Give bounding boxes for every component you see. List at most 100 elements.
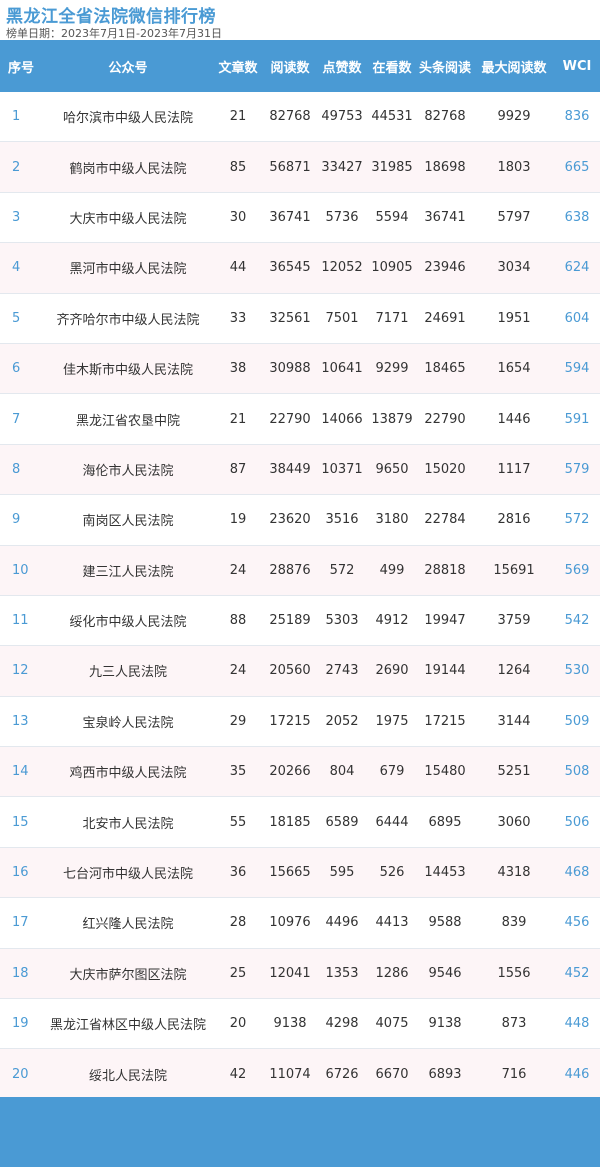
table-row: 12 九三人民法院 24 20560 2743 2690 19144 1264 530: [0, 646, 600, 697]
cell-max-reads: 1117: [497, 461, 531, 477]
cell-headline-reads: 9138: [428, 1016, 462, 1032]
cell-max-reads: 15691: [493, 562, 535, 578]
cell-likes: 33427: [321, 159, 363, 175]
header-reads: 阅读数: [270, 60, 310, 76]
cell-watching: 4075: [375, 1016, 409, 1032]
cell-likes: 4298: [325, 1016, 359, 1032]
cell-reads: 20560: [269, 663, 311, 679]
cell-account: 北安市人民法院: [82, 816, 174, 832]
cell-reads: 28876: [269, 562, 311, 578]
cell-headline-reads: 82768: [424, 109, 466, 125]
cell-headline-reads: 17215: [424, 713, 466, 729]
cell-reads: 17215: [269, 713, 311, 729]
cell-headline-reads: 9546: [428, 965, 462, 981]
cell-headline-reads: 28818: [424, 562, 466, 578]
cell-articles: 87: [229, 461, 247, 477]
cell-likes: 6589: [325, 814, 359, 830]
cell-wci: 456: [564, 915, 590, 931]
table-row: 14 鸡西市中级人民法院 35 20266 804 679 15480 5251 508: [0, 747, 600, 798]
cell-account: 黑河市中级人民法院: [69, 262, 187, 278]
cell-headline-reads: 19947: [424, 613, 466, 629]
cell-headline-reads: 15020: [424, 461, 466, 477]
table-row: 6 佳木斯市中级人民法院 38 30988 10641 9299 18465 1654 594: [0, 343, 600, 395]
cell-rank: 16: [12, 865, 29, 881]
table-row: 10 建三江人民法院 24 28876 572 499 28818 15691 569: [0, 545, 600, 596]
cell-headline-reads: 19144: [424, 663, 466, 679]
cell-reads: 56871: [269, 159, 311, 175]
cell-rank: 8: [12, 461, 21, 477]
cell-articles: 35: [229, 764, 247, 780]
cell-wci: 572: [564, 512, 590, 528]
cell-account: 红兴隆人民法院: [82, 917, 174, 933]
cell-articles: 85: [229, 159, 247, 175]
cell-likes: 595: [329, 865, 355, 881]
table-row: 20 绥北人民法院 42 11074 6726 6670 6893 716 446: [0, 1049, 600, 1100]
cell-rank: 13: [12, 713, 29, 729]
cell-account: 黑龙江省林区中级人民法院: [49, 1018, 206, 1034]
cell-headline-reads: 18698: [424, 159, 466, 175]
cell-reads: 23620: [269, 512, 311, 528]
cell-reads: 18185: [269, 814, 311, 830]
cell-wci: 594: [564, 361, 590, 377]
cell-reads: 11074: [269, 1066, 311, 1082]
cell-watching: 1975: [375, 713, 409, 729]
cell-articles: 29: [229, 713, 247, 729]
cell-wci: 579: [564, 461, 590, 477]
cell-articles: 19: [229, 512, 247, 528]
cell-watching: 44531: [371, 109, 413, 125]
cell-rank: 10: [12, 562, 29, 578]
cell-headline-reads: 23946: [424, 260, 466, 276]
cell-reads: 30988: [269, 361, 311, 377]
cell-wci: 468: [564, 865, 590, 881]
cell-rank: 5: [12, 310, 21, 326]
cell-wci: 530: [564, 663, 590, 679]
cell-wci: 624: [564, 260, 590, 276]
cell-wci: 591: [564, 411, 590, 427]
cell-headline-reads: 6895: [428, 814, 462, 830]
cell-wci: 506: [564, 814, 590, 830]
cell-watching: 6444: [375, 814, 409, 830]
cell-wci: 508: [564, 764, 590, 780]
cell-likes: 572: [329, 562, 355, 578]
cell-account: 绥北人民法院: [88, 1068, 167, 1084]
cell-account: 黑龙江省农垦中院: [75, 413, 180, 429]
cell-wci: 446: [564, 1066, 590, 1082]
cell-articles: 30: [229, 209, 247, 225]
cell-watching: 7171: [375, 310, 409, 326]
cell-rank: 11: [12, 613, 29, 629]
cell-max-reads: 3144: [497, 713, 531, 729]
cell-max-reads: 1951: [497, 310, 531, 326]
cell-wci: 542: [564, 613, 590, 629]
cell-rank: 19: [12, 1016, 29, 1032]
cell-reads: 38449: [269, 461, 311, 477]
cell-articles: 20: [229, 1016, 247, 1032]
header-account: 公众号: [108, 60, 148, 76]
cell-reads: 36741: [269, 209, 311, 225]
cell-reads: 36545: [269, 260, 311, 276]
cell-wci: 509: [564, 713, 590, 729]
cell-wci: 569: [564, 562, 590, 578]
cell-articles: 28: [229, 915, 247, 931]
cell-likes: 5303: [325, 613, 359, 629]
cell-account: 佳木斯市中级人民法院: [62, 363, 193, 379]
table-row: 18 大庆市萨尔图区法院 25 12041 1353 1286 9546 1556 452: [0, 948, 600, 1000]
cell-headline-reads: 9588: [428, 915, 462, 931]
cell-account: 哈尔滨市中级人民法院: [62, 111, 193, 127]
cell-likes: 3516: [325, 512, 359, 528]
cell-headline-reads: 6893: [428, 1066, 462, 1082]
cell-reads: 22790: [269, 411, 311, 427]
cell-headline-reads: 22790: [424, 411, 466, 427]
cell-articles: 21: [229, 109, 247, 125]
cell-rank: 17: [12, 915, 29, 931]
date-range: 榜单日期：2023年7月1日-2023年7月31日: [6, 27, 222, 40]
header-watching: 在看数: [372, 60, 412, 76]
cell-rank: 14: [12, 764, 29, 780]
cell-headline-reads: 14453: [424, 865, 466, 881]
header-articles: 文章数: [218, 60, 258, 76]
table-row: 17 红兴隆人民法院 28 10976 4496 4413 9588 839 456: [0, 898, 600, 949]
cell-watching: 3180: [375, 512, 409, 528]
cell-likes: 2052: [325, 713, 359, 729]
header-headline-reads: 头条阅读: [418, 60, 471, 76]
cell-account: 九三人民法院: [88, 665, 167, 681]
table-row: 1 哈尔滨市中级人民法院 21 82768 49753 44531 82768 9929 836: [0, 92, 600, 143]
